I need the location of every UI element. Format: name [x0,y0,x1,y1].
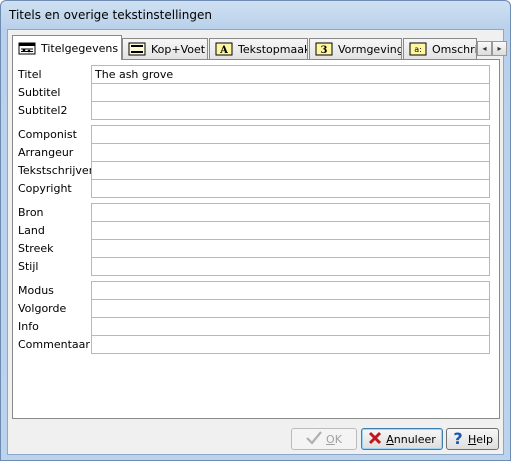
tab-label: Omschrij [432,42,477,56]
tab-scroll-left-button[interactable]: ◂ [477,41,492,56]
svg-text:3: 3 [321,45,328,56]
field-row-volgorde: Volgorde [13,299,501,318]
help-icon: ? [452,429,464,449]
field-row-commentaar: Commentaar [13,335,501,354]
tab-label: Kop+Voet [151,42,206,56]
arrangeur-input[interactable] [91,143,490,162]
field-label: Streek [18,242,54,255]
field-row-subtitel2: Subtitel2 [13,101,501,120]
field-label: Volgorde [18,302,67,315]
window-title: Titels en overige tekstinstellingen [9,8,212,22]
tab-label: Titelgegevens [41,41,119,55]
field-row-copyright: Copyright [13,179,501,198]
copyright-input[interactable] [91,179,490,198]
commentaar-input[interactable] [91,335,490,354]
help-label: Help [467,432,494,446]
land-input[interactable] [91,221,490,240]
text-format-icon: A [215,42,233,56]
componist-input[interactable] [91,125,490,144]
check-icon [306,430,322,448]
modus-input[interactable] [91,281,490,300]
field-row-arrangeur: Arrangeur [13,143,501,162]
tab-titelgegevens[interactable]: Titelgegevens [12,35,122,60]
field-row-tekstschrijver: Tekstschrijver [13,161,501,180]
score-icon [18,41,36,55]
volgorde-input[interactable] [91,299,490,318]
svg-text:A: A [219,45,228,56]
field-row-stijl: Stijl [13,257,501,276]
field-label: Commentaar [18,338,90,351]
field-row-titel: Titel The ash grove [13,65,501,84]
field-label: Tekstschrijver [18,164,94,177]
field-row-info: Info [13,317,501,336]
cancel-button[interactable]: Annuleer [361,428,443,450]
dialog-window: Titels en overige tekstinstellingen Tite… [0,0,511,461]
field-label: Info [18,320,39,333]
titel-input[interactable]: The ash grove [91,65,490,84]
help-button[interactable]: ? Help [446,428,499,450]
field-label: Copyright [18,182,72,195]
field-row-land: Land [13,221,501,240]
tab-vormgeving[interactable]: 3 Vormgeving [309,38,402,59]
field-row-modus: Modus [13,281,501,300]
svg-text:?: ? [453,430,462,446]
field-row-subtitel: Subtitel [13,83,501,102]
streek-input[interactable] [91,239,490,258]
title-bar[interactable]: Titels en overige tekstinstellingen [1,1,510,29]
svg-text:a:: a: [414,45,422,54]
tekstschrijver-input[interactable] [91,161,490,180]
cancel-label: Annuleer [386,432,436,446]
stijl-input[interactable] [91,257,490,276]
tab-strip: Titelgegevens Kop+Voet A Tekstopmaak 3 V… [12,35,507,60]
description-icon: a: [409,42,427,56]
tab-label: Tekstopmaak [238,42,308,56]
field-label: Arrangeur [18,146,74,159]
ok-button[interactable]: OK [291,428,357,450]
subtitel2-input[interactable] [91,101,490,120]
field-label: Bron [18,206,44,219]
subtitel-input[interactable] [91,83,490,102]
ok-label: OK [326,432,342,446]
field-label: Stijl [18,260,39,273]
tab-kop-voet[interactable]: Kop+Voet [122,38,208,59]
field-label: Modus [18,284,54,297]
field-label: Subtitel [18,86,61,99]
tab-tekstopmaak[interactable]: A Tekstopmaak [209,38,308,59]
tab-label: Vormgeving [338,42,402,56]
field-label: Componist [18,128,77,141]
layout-icon: 3 [315,42,333,56]
field-row-bron: Bron [13,203,501,222]
tab-scroll-right-button[interactable]: ▸ [492,41,507,56]
field-label: Subtitel2 [18,104,68,117]
dialog-client-area: Titelgegevens Kop+Voet A Tekstopmaak 3 V… [7,29,507,455]
close-icon [368,431,382,448]
field-label: Land [18,224,45,237]
field-row-streek: Streek [13,239,501,258]
tab-omschrijving[interactable]: a: Omschrij [403,38,477,59]
titelgegevens-panel: Titel The ash grove Subtitel Subtitel2 C… [12,59,500,419]
info-input[interactable] [91,317,490,336]
field-row-componist: Componist [13,125,501,144]
bron-input[interactable] [91,203,490,222]
field-label: Titel [18,68,42,81]
header-footer-icon [128,42,146,56]
